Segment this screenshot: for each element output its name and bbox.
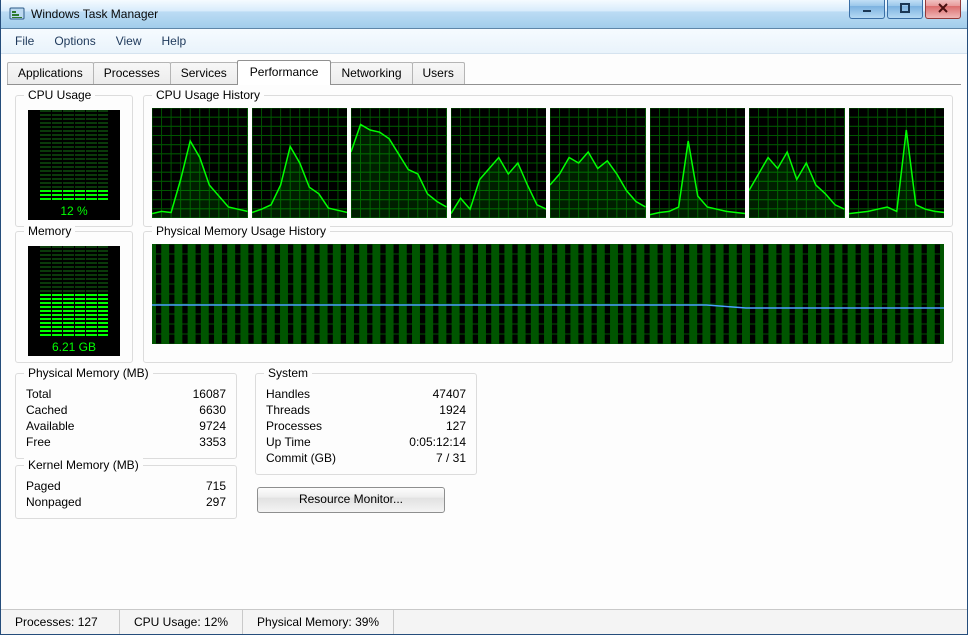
menu-view[interactable]: View [106, 31, 152, 51]
stat-value: 6630 [199, 402, 226, 418]
stat-key: Paged [26, 478, 61, 494]
stat-key: Free [26, 434, 51, 450]
maximize-button[interactable] [887, 0, 923, 19]
cpu-history-group: CPU Usage History [143, 95, 953, 227]
cpu-history-chart-7 [749, 108, 845, 218]
minimize-button[interactable] [849, 0, 885, 19]
client-area: ApplicationsProcessesServicesPerformance… [1, 54, 967, 634]
stat-value: 3353 [199, 434, 226, 450]
cpu-history-chart-4 [451, 108, 547, 218]
menubar: File Options View Help [1, 29, 967, 54]
tab-applications[interactable]: Applications [7, 62, 94, 84]
stat-key: Available [26, 418, 74, 434]
status-processes: Processes: 127 [1, 610, 120, 634]
cpu-history-chart-3 [351, 108, 447, 218]
stat-row: Commit (GB) 7 / 31 [266, 450, 466, 466]
memory-value: 6.21 GB [28, 340, 120, 354]
stat-value: 1924 [439, 402, 466, 418]
cpu-history-chart-1 [152, 108, 248, 218]
system-title: System [264, 366, 312, 380]
close-button[interactable] [925, 0, 961, 19]
stat-value: 47407 [433, 386, 466, 402]
stat-key: Total [26, 386, 51, 402]
memory-history-group: Physical Memory Usage History [143, 231, 953, 363]
cpu-history-chart-6 [650, 108, 746, 218]
stat-key: Cached [26, 402, 67, 418]
stat-key: Up Time [266, 434, 311, 450]
task-manager-window: Windows Task Manager File Options View H… [0, 0, 968, 635]
resource-monitor-button[interactable]: Resource Monitor... [257, 487, 445, 513]
cpu-history-chart-5 [550, 108, 646, 218]
stat-row: Total 16087 [26, 386, 226, 402]
stat-row: Free 3353 [26, 434, 226, 450]
stat-row: Up Time 0:05:12:14 [266, 434, 466, 450]
tabstrip: ApplicationsProcessesServicesPerformance… [1, 54, 967, 84]
stat-row: Available 9724 [26, 418, 226, 434]
cpu-history-chart-2 [252, 108, 348, 218]
cpu-history-chart-8 [849, 108, 945, 218]
cpu-usage-value: 12 % [28, 204, 120, 218]
tab-networking[interactable]: Networking [330, 62, 412, 84]
stat-value: 127 [446, 418, 466, 434]
physical-memory-title: Physical Memory (MB) [24, 366, 153, 380]
tab-processes[interactable]: Processes [93, 62, 171, 84]
menu-options[interactable]: Options [44, 31, 105, 51]
stat-row: Processes 127 [266, 418, 466, 434]
stat-key: Handles [266, 386, 310, 402]
cpu-usage-gauge: CPU Usage 12 % [15, 95, 133, 227]
stat-row: Handles 47407 [266, 386, 466, 402]
memory-history-label: Physical Memory Usage History [152, 224, 330, 238]
memory-gauge: Memory 6.21 GB [15, 231, 133, 363]
stat-row: Nonpaged 297 [26, 494, 226, 510]
stat-value: 715 [206, 478, 226, 494]
window-title: Windows Task Manager [31, 7, 158, 21]
physical-memory-group: Physical Memory (MB) Total16087Cached663… [15, 373, 237, 459]
stat-key: Nonpaged [26, 494, 81, 510]
stat-value: 0:05:12:14 [409, 434, 466, 450]
menu-file[interactable]: File [5, 31, 44, 51]
stat-value: 16087 [193, 386, 226, 402]
titlebar[interactable]: Windows Task Manager [1, 0, 967, 29]
kernel-memory-title: Kernel Memory (MB) [24, 458, 143, 472]
status-cpu: CPU Usage: 12% [120, 610, 243, 634]
taskmgr-icon [9, 6, 25, 22]
cpu-history-label: CPU Usage History [152, 88, 264, 102]
tab-performance[interactable]: Performance [237, 60, 332, 85]
kernel-memory-group: Kernel Memory (MB) Paged715Nonpaged297 [15, 465, 237, 519]
menu-help[interactable]: Help [152, 31, 197, 51]
stat-row: Threads 1924 [266, 402, 466, 418]
system-group: System Handles47407Threads1924Processes1… [255, 373, 477, 475]
stat-key: Commit (GB) [266, 450, 336, 466]
stat-row: Cached 6630 [26, 402, 226, 418]
cpu-usage-label: CPU Usage [24, 88, 95, 102]
stat-value: 9724 [199, 418, 226, 434]
status-memory: Physical Memory: 39% [243, 610, 394, 634]
tab-services[interactable]: Services [170, 62, 238, 84]
stat-row: Paged 715 [26, 478, 226, 494]
tab-users[interactable]: Users [412, 62, 465, 84]
stat-value: 297 [206, 494, 226, 510]
performance-panel: CPU Usage 12 % CPU Usage History Memory [1, 85, 967, 609]
memory-history-chart [152, 244, 944, 344]
statusbar: Processes: 127 CPU Usage: 12% Physical M… [1, 609, 967, 634]
stat-key: Threads [266, 402, 310, 418]
memory-label: Memory [24, 224, 75, 238]
stat-key: Processes [266, 418, 322, 434]
stat-value: 7 / 31 [436, 450, 466, 466]
